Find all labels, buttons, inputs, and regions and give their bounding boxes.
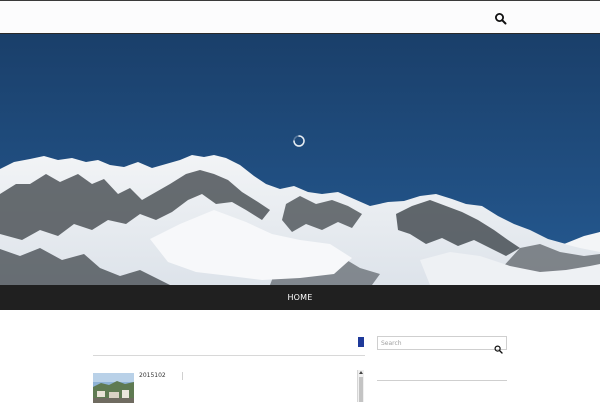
scroll-up-arrow-icon[interactable] — [359, 371, 363, 374]
search-icon[interactable] — [494, 11, 508, 25]
main-nav: HOME — [0, 285, 600, 310]
section-accent-marker — [358, 337, 364, 347]
main-content: 2015102 — [93, 334, 365, 403]
scrollbar-thumb[interactable] — [359, 377, 363, 402]
sidebar — [377, 336, 508, 400]
sidebar-search-icon[interactable] — [494, 339, 503, 354]
post-thumbnail[interactable] — [93, 373, 134, 403]
sidebar-search-input[interactable] — [381, 338, 491, 348]
section-divider — [93, 355, 365, 356]
site-header — [0, 0, 600, 34]
sidebar-search-form — [377, 336, 507, 354]
post-title-link[interactable]: 2015102 — [139, 372, 166, 379]
loading-spinner-icon — [292, 134, 306, 148]
post-meta-divider — [182, 372, 183, 380]
sidebar-divider — [377, 380, 507, 381]
hero-banner — [0, 34, 600, 285]
mountain-image — [0, 34, 600, 285]
content-scrollbar[interactable] — [357, 370, 364, 402]
nav-item-home[interactable]: HOME — [287, 285, 312, 310]
